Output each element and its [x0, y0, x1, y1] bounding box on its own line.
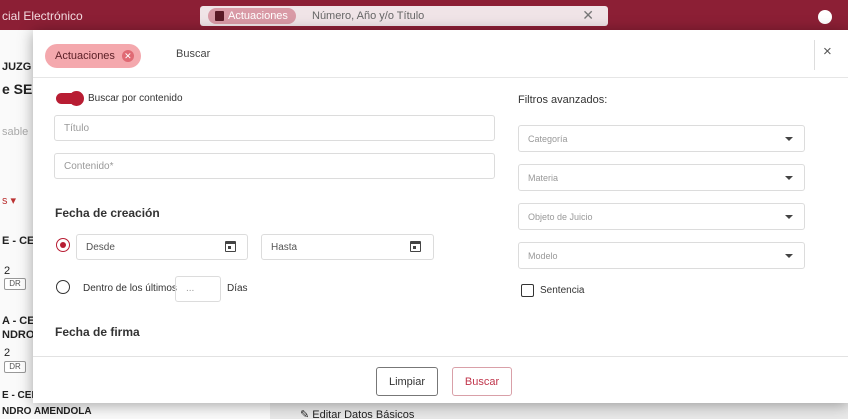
object-select[interactable]: Objeto de Juicio: [518, 203, 805, 230]
calendar-icon[interactable]: [410, 241, 421, 252]
search-modal: Actuaciones ✕ Buscar × Buscar por conten…: [33, 30, 848, 403]
sentence-label: Sentencia: [540, 285, 585, 296]
radio-selected-dot: [59, 241, 66, 248]
close-icon[interactable]: ×: [823, 43, 832, 60]
tab-actuaciones-label: Actuaciones: [55, 50, 115, 62]
global-search-placeholder: Número, Año y/o Título: [312, 10, 425, 22]
edit-basic-data-button[interactable]: ✎ Editar Datos Básicos: [300, 408, 414, 419]
from-date-input[interactable]: Desde: [76, 234, 248, 260]
document-icon: [215, 11, 224, 21]
within-last-label: Dentro de los últimos: [83, 283, 177, 294]
case-item-subtitle: NDRO: [2, 329, 35, 341]
search-button[interactable]: Buscar: [452, 367, 512, 396]
calendar-icon[interactable]: [225, 241, 236, 252]
title-placeholder: Título: [64, 123, 90, 134]
content-input[interactable]: Contenido*: [54, 153, 495, 179]
sentence-checkbox[interactable]: [521, 284, 534, 297]
clear-button[interactable]: Limpiar: [376, 367, 438, 396]
clear-search-icon[interactable]: ✕: [582, 7, 594, 24]
advanced-filters-heading: Filtros avanzados:: [518, 94, 608, 106]
case-heading-fragment: e SE: [2, 81, 33, 97]
days-label: Días: [227, 283, 248, 294]
tab-buscar[interactable]: Buscar: [176, 48, 210, 60]
case-item-number: 2: [4, 347, 11, 359]
category-select[interactable]: Categoría: [518, 125, 805, 152]
case-filter-fragment[interactable]: s ▾: [2, 194, 16, 207]
app-title: cial Electrónico: [2, 9, 83, 23]
date-range-radio[interactable]: [56, 238, 70, 252]
chevron-down-icon: [785, 215, 793, 219]
content-search-label: Buscar por contenido: [88, 93, 183, 104]
days-input[interactable]: ...: [175, 276, 221, 302]
chevron-down-icon: [785, 176, 793, 180]
model-select[interactable]: Modelo: [518, 242, 805, 269]
case-item-tag: DR: [4, 278, 26, 290]
header-divider: [814, 40, 815, 70]
category-placeholder: Categoría: [528, 134, 568, 144]
object-placeholder: Objeto de Juicio: [528, 212, 593, 222]
to-date-placeholder: Hasta: [271, 242, 298, 253]
content-placeholder: Contenido*: [64, 161, 114, 172]
case-item-title: E - CE: [2, 235, 35, 247]
case-item-title: A - CE: [2, 315, 35, 327]
user-avatar-icon[interactable]: [818, 10, 832, 24]
within-last-radio[interactable]: [56, 280, 70, 294]
remove-chip-icon[interactable]: ✕: [121, 50, 134, 62]
modal-footer: Limpiar Buscar: [33, 356, 848, 403]
days-placeholder: ...: [186, 283, 195, 294]
case-item-number: 2: [4, 265, 11, 277]
case-court-fragment: JUZG: [2, 61, 32, 73]
pencil-icon: ✎: [300, 409, 313, 419]
title-input[interactable]: Título: [54, 115, 495, 141]
case-field-fragment: sable: [2, 126, 29, 138]
edit-basic-data-label: Editar Datos Básicos: [312, 409, 415, 419]
search-scope-label: Actuaciones: [228, 10, 288, 22]
signature-date-heading: Fecha de firma: [55, 325, 140, 339]
subject-select[interactable]: Materia: [518, 164, 805, 191]
subject-placeholder: Materia: [528, 173, 559, 183]
content-search-toggle[interactable]: [56, 91, 84, 106]
from-date-placeholder: Desde: [86, 242, 115, 253]
search-scope-chip[interactable]: Actuaciones: [208, 8, 296, 24]
creation-date-heading: Fecha de creación: [55, 206, 160, 220]
toggle-knob: [69, 91, 84, 106]
chevron-down-icon: [785, 254, 793, 258]
case-item-subtitle: NDRO AMENDOLA: [2, 406, 92, 417]
to-date-input[interactable]: Hasta: [261, 234, 434, 260]
chevron-down-icon: [785, 137, 793, 141]
model-placeholder: Modelo: [528, 251, 558, 261]
global-search-bar[interactable]: Actuaciones Número, Año y/o Título ✕: [200, 6, 608, 26]
tab-actuaciones[interactable]: Actuaciones ✕: [45, 44, 141, 68]
app-header: cial Electrónico Actuaciones Número, Año…: [0, 0, 848, 30]
case-item-tag: DR: [4, 361, 26, 373]
modal-header: Actuaciones ✕ Buscar ×: [33, 30, 848, 78]
